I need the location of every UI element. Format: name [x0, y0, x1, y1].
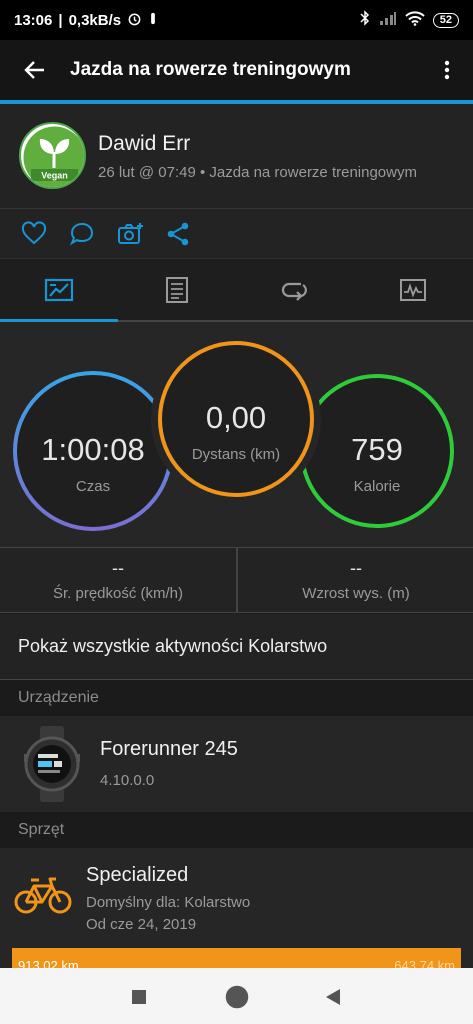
more-options-button[interactable]	[421, 40, 473, 100]
square-icon	[132, 990, 146, 1004]
bicycle-icon	[14, 877, 72, 914]
back-button[interactable]	[0, 40, 70, 100]
home-circle-icon	[225, 985, 249, 1009]
gear-since: Od cze 24, 2019	[86, 916, 197, 933]
network-speed: 0,3kB/s	[68, 11, 122, 29]
activity-subtitle: 26 lut @ 07:49 • Jazda na rowerze trenin…	[98, 164, 417, 181]
comment-button[interactable]	[69, 221, 95, 247]
main-stats-panel: 1:00:08 Czas 0,00 Dystans (km) 759 Kalor…	[0, 322, 473, 547]
system-nav-bar	[0, 968, 473, 1024]
back-nav-button[interactable]	[318, 982, 348, 1012]
avg-speed-label: Śr. prędkość (km/h)	[52, 585, 184, 602]
activity-header: Vegan Dawid Err 26 lut @ 07:49 • Jazda n…	[0, 104, 473, 208]
laps-loop-icon	[281, 282, 307, 301]
gear-default-for: Domyślny dla: Kolarstwo	[86, 894, 251, 911]
device-name: Forerunner 245	[100, 738, 238, 760]
camera-add-icon	[118, 223, 143, 244]
app-bar: Jazda na rowerze treningowym	[0, 40, 473, 100]
chart-icon	[400, 279, 426, 301]
avg-speed-stat: -- Śr. prędkość (km/h)	[0, 548, 236, 612]
share-icon	[167, 222, 189, 246]
calories-value: 759	[351, 432, 403, 467]
elevation-gain-stat: -- Wzrost wys. (m)	[238, 548, 473, 612]
gear-distance-used: 913,02 km	[18, 958, 79, 968]
tab-details[interactable]	[118, 259, 236, 321]
more-vertical-icon	[444, 60, 450, 80]
like-button[interactable]	[21, 221, 47, 247]
document-list-icon	[166, 277, 188, 303]
device-version: 4.10.0.0	[100, 772, 155, 789]
battery-indicator: 52	[432, 12, 459, 28]
signal-icon	[379, 11, 397, 29]
action-row	[0, 208, 473, 258]
arrow-left-icon	[24, 61, 44, 79]
tab-charts[interactable]	[354, 259, 472, 321]
distance-value: 0,00	[205, 400, 267, 435]
share-button[interactable]	[165, 221, 191, 247]
show-all-activities-link[interactable]: Pokaż wszystkie aktywności Kolarstwo	[0, 614, 473, 680]
watch-icon	[24, 726, 80, 802]
gear-distance-total: 643,74 km	[394, 958, 455, 968]
tab-laps[interactable]	[236, 259, 354, 321]
tab-bar	[0, 258, 473, 322]
device-row[interactable]: Forerunner 245 4.10.0.0	[0, 716, 473, 812]
status-bar: 13:06 | 0,3kB/s 52	[0, 0, 473, 40]
elevation-gain-label: Wzrost wys. (m)	[302, 585, 410, 602]
add-photo-button[interactable]	[117, 221, 143, 247]
user-name: Dawid Err	[98, 132, 191, 155]
gear-name: Specialized	[86, 864, 189, 886]
avg-speed-value: --	[112, 558, 124, 578]
stats-card-icon	[44, 278, 74, 302]
flashlight-icon	[148, 11, 158, 30]
home-button[interactable]	[222, 982, 252, 1012]
distance-stat[interactable]: 0,00 Dystans (km)	[158, 400, 314, 463]
calories-stat[interactable]: 759 Kalorie	[299, 432, 455, 495]
page-title: Jazda na rowerze treningowym	[70, 59, 351, 80]
time-value: 1:00:08	[41, 432, 145, 467]
calories-label: Kalorie	[353, 478, 401, 495]
gear-section-header: Sprzęt	[0, 812, 473, 848]
recents-button[interactable]	[124, 982, 154, 1012]
device-section-header: Urządzenie	[0, 680, 473, 716]
tab-stats[interactable]	[0, 259, 118, 321]
heart-icon	[21, 221, 47, 245]
secondary-stats: -- Śr. prędkość (km/h) -- Wzrost wys. (m…	[0, 547, 473, 613]
avatar-badge: Vegan	[41, 171, 68, 181]
wifi-icon	[405, 10, 425, 30]
time-label: Czas	[75, 478, 111, 495]
gear-distance-bar: 913,02 km 643,74 km	[12, 948, 461, 968]
distance-label: Dystans (km)	[191, 446, 281, 463]
alarm-icon	[127, 11, 142, 30]
time-stat[interactable]: 1:00:08 Czas	[15, 432, 171, 495]
avatar[interactable]: Vegan	[19, 122, 86, 189]
elevation-gain-value: --	[350, 558, 362, 578]
bluetooth-icon	[359, 10, 371, 30]
status-time: 13:06	[14, 11, 53, 29]
triangle-back-icon	[326, 989, 340, 1005]
vegan-avatar-icon: Vegan	[23, 126, 84, 187]
comment-icon	[69, 222, 94, 246]
